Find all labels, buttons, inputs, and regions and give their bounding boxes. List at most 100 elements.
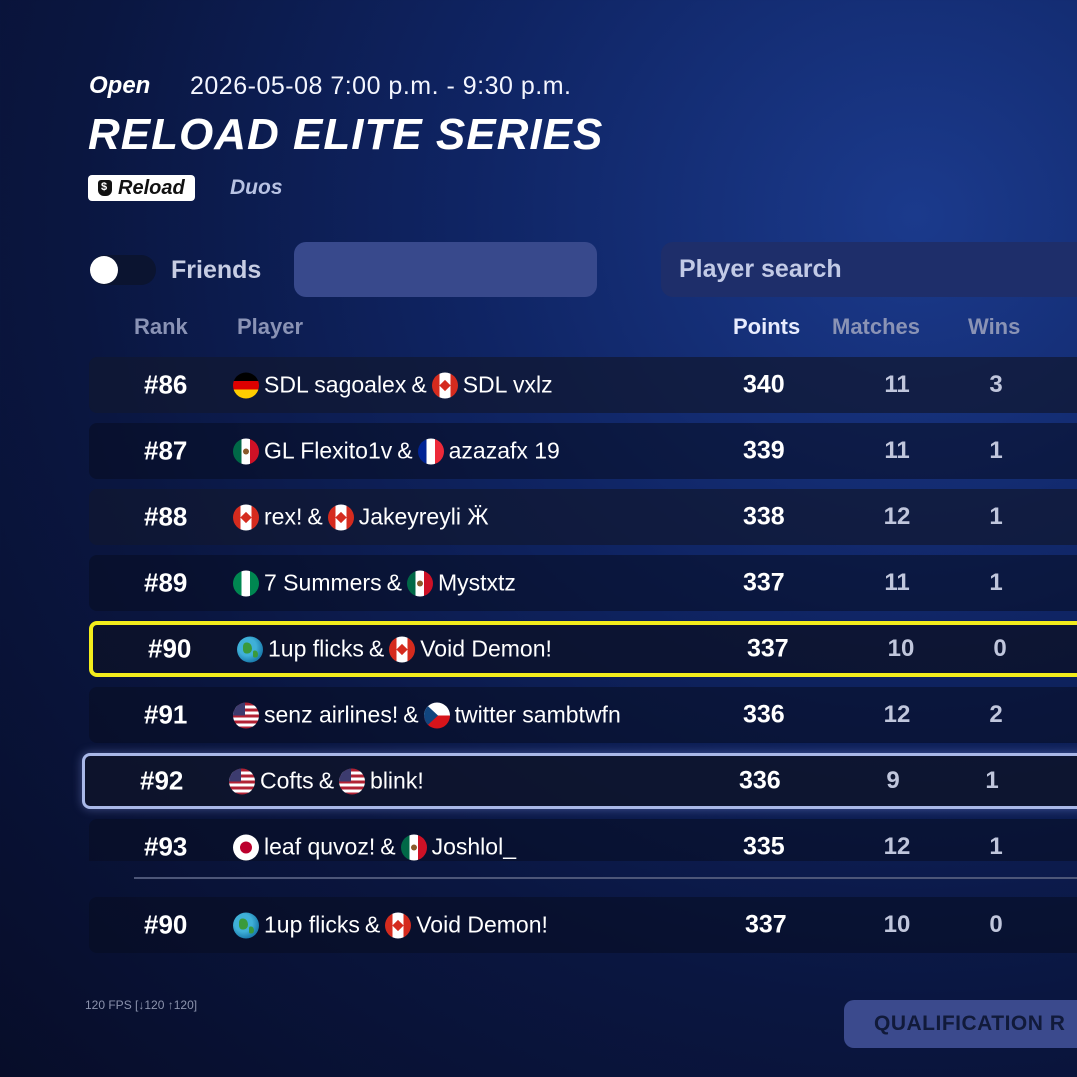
wins-cell: 2 xyxy=(989,701,1003,728)
event-title: RELOAD ELITE SERIES xyxy=(88,110,604,159)
qualification-button[interactable]: QUALIFICATION R xyxy=(844,1000,1077,1048)
leaderboard-row[interactable]: #93 leaf quvoz! & Joshlol_ 335 12 1 xyxy=(89,819,1077,862)
rank-cell: #88 xyxy=(144,501,188,532)
matches-cell: 10 xyxy=(887,635,915,662)
players-cell: leaf quvoz! & Joshlol_ xyxy=(233,834,516,861)
mexico-flag-icon xyxy=(406,570,433,596)
points-cell: 335 xyxy=(743,832,785,861)
player-search-input[interactable]: Player search xyxy=(661,242,1077,297)
player-name: 1up flicks xyxy=(268,635,364,662)
players-cell: 1up flicks & Void Demon! xyxy=(233,912,548,939)
players-cell: 7 Summers & Mystxtz xyxy=(233,570,516,597)
canada-flag-icon xyxy=(385,912,412,938)
czechia-flag-icon xyxy=(423,702,450,728)
player-name: Void Demon! xyxy=(416,911,548,938)
separator: & xyxy=(364,911,381,938)
canada-flag-icon xyxy=(233,504,259,530)
points-cell: 340 xyxy=(743,370,785,399)
rank-cell: #86 xyxy=(144,369,188,400)
player-name: 1up flicks xyxy=(264,911,360,938)
wins-cell: 0 xyxy=(989,911,1003,938)
separator: & xyxy=(380,833,396,860)
usa-flag-icon xyxy=(339,768,366,794)
toggle-knob xyxy=(90,256,118,284)
players-cell: 1up flicks & Void Demon! xyxy=(237,636,552,663)
points-cell: 337 xyxy=(745,910,787,939)
wins-cell: 1 xyxy=(989,569,1003,596)
leaderboard-row[interactable]: #87 GL Flexito1v & azazafx 19 339 11 1 xyxy=(89,423,1077,479)
player-name: Cofts xyxy=(260,767,314,794)
player-name: Void Demon! xyxy=(420,635,552,662)
matches-cell: 11 xyxy=(884,569,910,596)
players-cell: Cofts & blink! xyxy=(229,768,424,795)
rank-cell: #92 xyxy=(140,765,184,796)
points-cell: 337 xyxy=(747,634,789,663)
my-team-highlight-row[interactable]: #90 1up flicks & Void Demon! 337 10 0 xyxy=(89,621,1077,677)
leaderboard-row[interactable]: #92 Cofts & blink! 336 9 1 xyxy=(82,753,1077,809)
wins-cell: 1 xyxy=(989,833,1003,860)
wins-cell: 1 xyxy=(989,503,1003,530)
player-name: Joshlol_ xyxy=(431,833,516,860)
separator: & xyxy=(307,503,323,530)
mode-badge: Reload xyxy=(88,175,195,201)
player-name: Mystxtz xyxy=(437,569,516,596)
player-name: Jakeyreyli Ӝ xyxy=(358,503,489,530)
divider xyxy=(134,877,1077,879)
column-header-rank: Rank xyxy=(134,314,188,339)
rank-cell: #91 xyxy=(144,699,188,730)
separator: & xyxy=(386,569,402,596)
canada-flag-icon xyxy=(431,372,458,398)
player-name: leaf quvoz! xyxy=(264,833,376,860)
players-cell: senz airlines! & twitter sambtwfn xyxy=(233,702,621,729)
wins-cell: 1 xyxy=(989,437,1003,464)
player-name: GL Flexito1v xyxy=(264,437,393,464)
points-cell: 336 xyxy=(739,766,781,795)
friends-toggle[interactable] xyxy=(90,255,156,285)
rank-cell: #90 xyxy=(144,909,188,940)
team-type-label: Duos xyxy=(230,176,283,199)
separator: & xyxy=(403,701,419,728)
player-name: 7 Summers xyxy=(264,569,382,596)
globe-flag-icon xyxy=(233,912,259,938)
column-header-player: Player xyxy=(237,314,304,339)
mexico-flag-icon xyxy=(400,834,427,860)
event-datetime: 2026-05-08 7:00 p.m. - 9:30 p.m. xyxy=(190,72,572,100)
leaderboard-row[interactable]: #88 rex! & Jakeyreyli Ӝ 338 12 1 xyxy=(89,489,1077,545)
mode-label: Reload xyxy=(118,176,185,199)
points-cell: 336 xyxy=(743,700,785,729)
column-header-matches: Matches xyxy=(832,314,921,339)
wins-cell: 0 xyxy=(993,635,1007,662)
matches-cell: 11 xyxy=(884,437,910,464)
column-header-wins: Wins xyxy=(968,314,1021,339)
players-cell: GL Flexito1v & azazafx 19 xyxy=(233,438,560,465)
leaderboard-row[interactable]: #91 senz airlines! & twitter sambtwfn 336 12 2 xyxy=(89,687,1077,743)
player-name: rex! xyxy=(264,503,303,530)
player-name: SDL sagoalex xyxy=(264,371,407,398)
player-name: twitter sambtwfn xyxy=(454,701,621,728)
my-team-row[interactable]: #90 1up flicks & Void Demon! 337 10 0 xyxy=(89,897,1077,953)
matches-cell: 11 xyxy=(884,371,910,398)
matches-cell: 10 xyxy=(883,911,911,938)
globe-flag-icon xyxy=(237,636,263,662)
player-name: senz airlines! xyxy=(264,701,399,728)
france-flag-icon xyxy=(417,438,444,464)
separator: & xyxy=(318,767,335,794)
leaderboard-row[interactable]: #89 7 Summers & Mystxtz 337 11 1 xyxy=(89,555,1077,611)
nigeria-flag-icon xyxy=(233,570,259,596)
player-name: azazafx 19 xyxy=(448,437,560,464)
usa-flag-icon xyxy=(233,702,259,728)
event-status: Open xyxy=(89,72,151,99)
matches-cell: 12 xyxy=(883,833,911,860)
matches-cell: 12 xyxy=(883,503,911,530)
leaderboard-row[interactable]: #86 SDL sagoalex & SDL vxlz 340 11 3 xyxy=(89,357,1077,413)
column-header-points: Points xyxy=(733,314,801,339)
matches-cell: 9 xyxy=(886,767,900,794)
filter-dropdown[interactable] xyxy=(294,242,597,297)
wins-cell: 1 xyxy=(985,767,999,794)
points-cell: 337 xyxy=(743,568,785,597)
separator: & xyxy=(397,437,413,464)
player-name: SDL vxlz xyxy=(462,371,553,398)
rank-cell: #89 xyxy=(144,567,188,598)
wins-cell: 3 xyxy=(989,371,1003,398)
friends-label: Friends xyxy=(171,256,262,284)
